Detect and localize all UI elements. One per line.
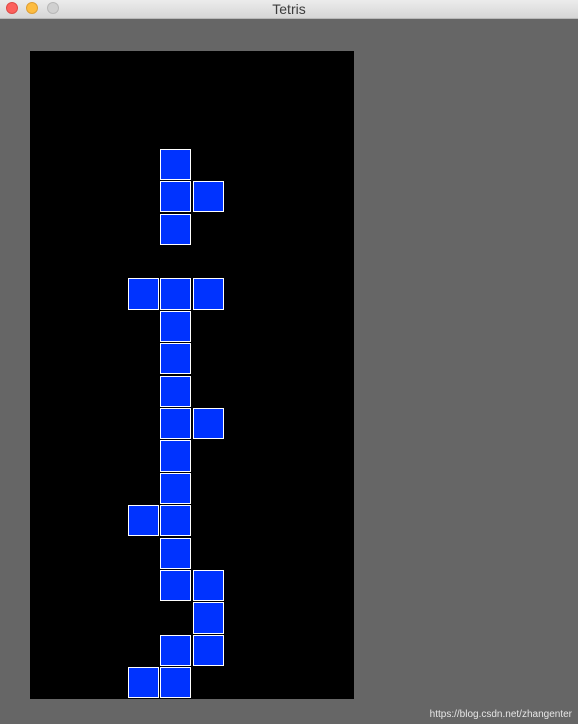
- tetromino-block: [160, 407, 192, 440]
- watermark-text: https://blog.csdn.net/zhangenter: [429, 709, 572, 720]
- tetromino-block: [192, 278, 224, 310]
- tetromino-block: [160, 634, 192, 667]
- tetromino-block: [160, 375, 192, 407]
- tetromino-block: [192, 602, 224, 634]
- tetromino-block: [160, 310, 192, 343]
- tetromino-block: [127, 667, 160, 699]
- tetromino-block: [160, 343, 192, 375]
- tetromino-block: [160, 667, 192, 699]
- tetromino-block: [192, 569, 224, 602]
- tetromino-block: [160, 472, 192, 505]
- tetromino-block: [160, 181, 192, 213]
- tetromino-block: [160, 278, 192, 310]
- tetromino-block: [160, 213, 192, 245]
- tetromino-block: [160, 440, 192, 472]
- game-board[interactable]: [30, 51, 354, 699]
- tetromino-block: [192, 407, 224, 440]
- tetromino-block: [127, 505, 160, 537]
- tetromino-block: [160, 505, 192, 537]
- game-window: Tetris https://blog.csdn.net/zhangenter: [0, 0, 578, 724]
- window-title: Tetris: [272, 1, 306, 17]
- tetromino-block: [127, 278, 160, 310]
- tetromino-block: [192, 634, 224, 667]
- tetromino-block: [192, 181, 224, 213]
- tetromino-block: [160, 537, 192, 569]
- tetromino-block: [160, 148, 192, 181]
- title-bar[interactable]: Tetris: [0, 0, 578, 19]
- tetromino-block: [160, 569, 192, 602]
